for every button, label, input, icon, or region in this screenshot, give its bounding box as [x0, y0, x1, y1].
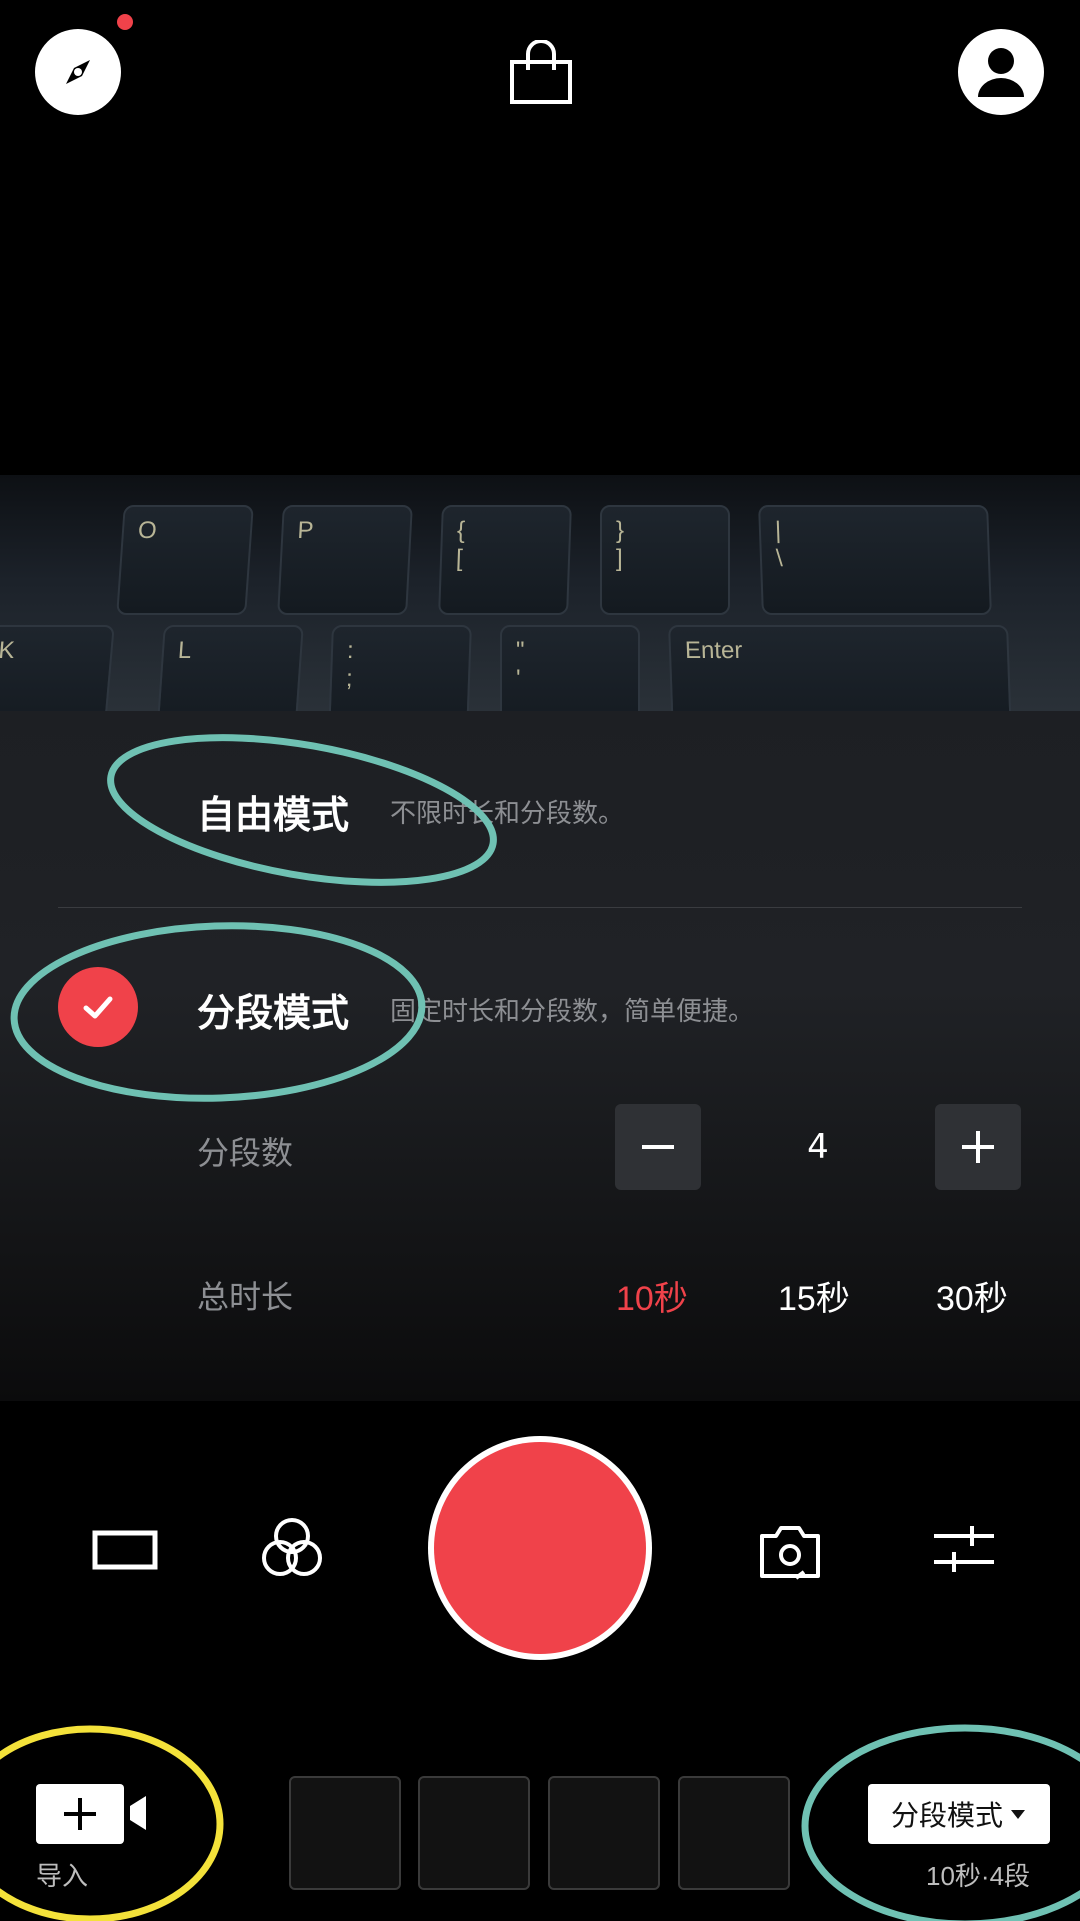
shopping-bag-icon: [510, 39, 572, 104]
selected-check: [58, 967, 138, 1047]
key-p: P: [277, 505, 413, 615]
aspect-ratio-button[interactable]: [92, 1528, 158, 1572]
import-label: 导入: [36, 1862, 89, 1892]
checkmark-icon: [83, 996, 113, 1019]
key-o: O: [116, 505, 254, 615]
segment-slot-1: [289, 1776, 401, 1890]
mode-divider: [58, 907, 1022, 908]
segment-mode-desc: 固定时长和分段数，简单便捷。: [390, 997, 755, 1027]
minus-icon: [642, 1145, 674, 1149]
profile-button[interactable]: [958, 29, 1044, 115]
import-button[interactable]: [36, 1784, 124, 1844]
segment-count-label: 分段数: [197, 1134, 294, 1172]
key-quote: " ': [500, 625, 640, 711]
segment-slot-2: [418, 1776, 530, 1890]
flip-camera-icon: [760, 1526, 820, 1580]
free-mode-desc: 不限时长和分段数。: [390, 799, 625, 829]
explore-button[interactable]: [35, 29, 121, 115]
key-bracket-right: } ]: [600, 505, 730, 615]
segment-count-value: 4: [807, 1127, 829, 1167]
key-semicolon: : ;: [328, 625, 472, 711]
segment-slot-4: [678, 1776, 790, 1890]
camera-preview: O P { [ } ] | \ K L : ; " ' Enter: [0, 475, 1080, 711]
key-backslash: | \: [758, 505, 992, 615]
segment-slot-3: [548, 1776, 660, 1890]
key-l: L: [156, 625, 304, 711]
shop-button[interactable]: [506, 39, 576, 110]
duration-option-10s[interactable]: 10秒: [616, 1271, 688, 1320]
dropdown-arrow-icon: [1011, 1810, 1025, 1819]
adjust-icon: [934, 1526, 994, 1572]
key-bracket-left: { [: [438, 505, 572, 615]
duration-option-30s[interactable]: 30秒: [936, 1271, 1008, 1320]
aspect-ratio-icon: [92, 1530, 158, 1570]
total-duration-label: 总时长: [197, 1278, 294, 1316]
record-button[interactable]: [428, 1436, 652, 1660]
key-enter: Enter: [668, 625, 1012, 711]
mode-selector-button[interactable]: 分段模式: [868, 1784, 1050, 1844]
add-icon: [64, 1798, 96, 1830]
compass-icon: [66, 60, 90, 84]
free-mode-title: 自由模式: [197, 793, 350, 837]
adjust-button[interactable]: [932, 1522, 996, 1582]
profile-icon: [978, 48, 1024, 97]
filter-icon: [262, 1518, 322, 1576]
mode-selector-label: 分段模式: [890, 1799, 1003, 1832]
duration-option-15s[interactable]: 15秒: [778, 1271, 850, 1320]
mode-summary: 10秒·4段: [926, 1861, 1031, 1891]
segment-mode-title: 分段模式: [197, 991, 350, 1035]
increase-segment-button[interactable]: [935, 1104, 1021, 1190]
video-camera-icon: [130, 1796, 146, 1830]
flip-camera-button[interactable]: [756, 1518, 824, 1586]
notification-dot: [117, 14, 133, 30]
key-k: K: [0, 625, 115, 711]
record-button-inner: [434, 1442, 646, 1654]
decrease-segment-button[interactable]: [615, 1104, 701, 1190]
plus-icon: [962, 1131, 994, 1163]
filter-button[interactable]: [258, 1514, 326, 1582]
